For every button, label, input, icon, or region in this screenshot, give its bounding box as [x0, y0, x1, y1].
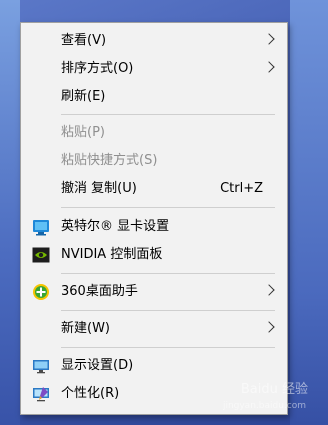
- watermark-text: Baidu 经验: [240, 382, 308, 397]
- menu-item-display-settings[interactable]: 显示设置(D): [21, 352, 287, 380]
- menu-separator: [61, 207, 275, 208]
- menu-item-sort[interactable]: 排序方式(O): [21, 55, 287, 83]
- menu-item-view-label: 查看(V): [61, 33, 107, 48]
- submenu-arrow-icon: [263, 284, 275, 296]
- menu-item-nvidia-control-panel[interactable]: NVIDIA 控制面板: [21, 241, 287, 269]
- menu-item-personalize-label: 个性化(R): [61, 386, 120, 401]
- personalize-icon: [32, 385, 50, 403]
- menu-item-new[interactable]: 新建(W): [21, 315, 287, 343]
- menu-item-nvidia-label: NVIDIA 控制面板: [61, 247, 163, 262]
- menu-item-paste-shortcut-label: 粘贴快捷方式(S): [61, 153, 158, 168]
- menu-item-sort-label: 排序方式(O): [61, 61, 134, 76]
- menu-separator: [61, 114, 275, 115]
- desktop-context-menu: 查看(V) 排序方式(O) 刷新(E) 粘贴(P) 粘贴快捷方式(S) 撤消 复…: [20, 22, 288, 415]
- menu-item-refresh-label: 刷新(E): [61, 89, 106, 104]
- menu-separator: [61, 310, 275, 311]
- menu-item-paste-label: 粘贴(P): [61, 125, 105, 140]
- submenu-arrow-icon: [263, 321, 275, 333]
- menu-item-intel-label: 英特尔® 显卡设置: [61, 219, 170, 234]
- menu-item-refresh[interactable]: 刷新(E): [21, 83, 287, 111]
- submenu-arrow-icon: [263, 33, 275, 45]
- submenu-arrow-icon: [263, 61, 275, 73]
- nvidia-icon: [32, 246, 50, 264]
- menu-item-display-label: 显示设置(D): [61, 358, 134, 373]
- menu-separator: [61, 273, 275, 274]
- menu-item-new-label: 新建(W): [61, 321, 110, 336]
- menu-item-360-label: 360桌面助手: [61, 284, 138, 299]
- menu-item-view[interactable]: 查看(V): [21, 27, 287, 55]
- menu-item-intel-graphics[interactable]: 英特尔® 显卡设置: [21, 213, 287, 241]
- menu-separator: [61, 347, 275, 348]
- menu-item-paste-shortcut[interactable]: 粘贴快捷方式(S): [21, 147, 287, 175]
- display-settings-icon: [32, 357, 50, 375]
- desktop-edge-left: [0, 0, 20, 425]
- menu-item-undo-shortcut: Ctrl+Z: [220, 181, 263, 196]
- watermark-subtext: jingyan.baidu.com: [222, 401, 306, 411]
- menu-item-paste[interactable]: 粘贴(P): [21, 119, 287, 147]
- menu-item-undo-copy[interactable]: 撤消 复制(U) Ctrl+Z: [21, 175, 287, 203]
- menu-item-undo-label: 撤消 复制(U): [61, 181, 137, 196]
- intel-graphics-icon: [32, 218, 50, 236]
- desktop-edge-right: [290, 0, 328, 425]
- 360-assistant-icon: [32, 283, 50, 301]
- menu-item-360-assistant[interactable]: 360桌面助手: [21, 278, 287, 306]
